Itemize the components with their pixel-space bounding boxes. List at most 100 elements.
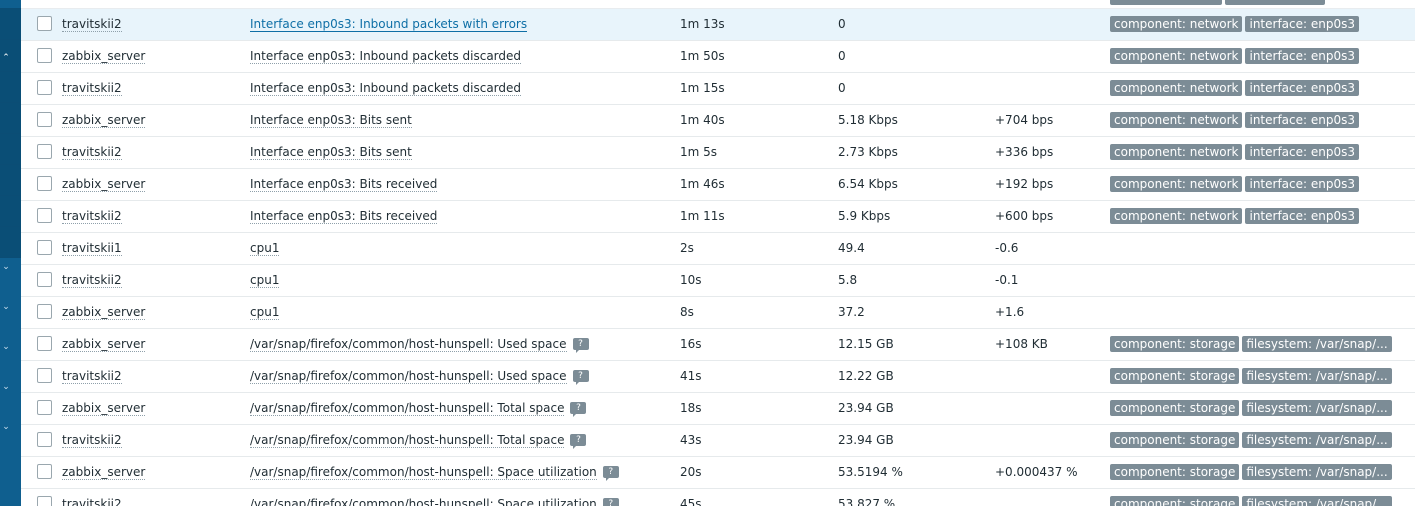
description-hint-icon[interactable]: ?	[572, 338, 589, 353]
host-link[interactable]: zabbix_server	[62, 49, 146, 64]
host-link[interactable]: zabbix_server	[62, 113, 146, 128]
chevron-down-icon[interactable]: ⌄	[0, 342, 12, 352]
tag-badge[interactable]: component: storage	[1110, 400, 1240, 416]
tag-badge[interactable]: interface: enp0s3	[1245, 48, 1359, 64]
row-checkbox[interactable]	[37, 48, 52, 63]
tag-badge[interactable]: component: storage	[1110, 432, 1240, 448]
item-name-link[interactable]: Interface enp0s3: Bits sent	[250, 113, 412, 128]
tag-badge[interactable]: interface: enp0s3	[1245, 208, 1359, 224]
tag-badge[interactable]: component: storage	[1110, 368, 1240, 384]
row-checkbox[interactable]	[37, 368, 52, 383]
host-link[interactable]: travitskii2	[62, 145, 122, 160]
row-checkbox[interactable]	[37, 144, 52, 159]
row-checkbox[interactable]	[37, 304, 52, 319]
item-name-link[interactable]: Interface enp0s3: Inbound packets with e…	[250, 17, 528, 32]
sidebar-collapse-toggle[interactable]: ⌃	[0, 40, 21, 72]
tags-cell: component: network interface: enp0s3	[1110, 144, 1362, 160]
host-link[interactable]: zabbix_server	[62, 401, 146, 416]
item-name-link[interactable]: /var/snap/firefox/common/host-hunspell: …	[250, 465, 597, 480]
change-cell: +0.000437 %	[995, 465, 1078, 479]
item-name-link[interactable]: /var/snap/firefox/common/host-hunspell: …	[250, 433, 565, 448]
host-link[interactable]: travitskii2	[62, 497, 122, 506]
tag-badge[interactable]: component: network	[1110, 16, 1243, 32]
tag-badge[interactable]: filesystem: /var/snap/...	[1242, 336, 1392, 352]
tag-badge[interactable]: component: network	[1110, 144, 1243, 160]
row-checkbox[interactable]	[37, 336, 52, 351]
row-checkbox[interactable]	[37, 432, 52, 447]
item-name-link[interactable]: cpu1	[250, 241, 280, 256]
tag-badge[interactable]: component: network	[1110, 112, 1243, 128]
item-name-link[interactable]: Interface enp0s3: Inbound packets discar…	[250, 81, 522, 96]
chevron-down-icon[interactable]: ⌄	[0, 382, 12, 392]
tag-badge[interactable]: interface: enp0s3	[1245, 112, 1359, 128]
item-name-link[interactable]: Interface enp0s3: Bits sent	[250, 145, 412, 160]
tag-badge[interactable]: interface: enp0s3	[1245, 144, 1359, 160]
description-hint-icon[interactable]: ?	[570, 434, 587, 449]
tag-badge[interactable]: interface: enp0s3	[1245, 80, 1359, 96]
tag-badge[interactable]: component: storage	[1110, 336, 1240, 352]
sidebar-menu-item[interactable]	[0, 196, 21, 227]
item-name-link[interactable]: cpu1	[250, 305, 280, 320]
item-name-link[interactable]: /var/snap/firefox/common/host-hunspell: …	[250, 497, 597, 506]
tag-badge[interactable]: component: storage	[1110, 464, 1240, 480]
sidebar-menu-item[interactable]	[0, 72, 21, 103]
item-name-link[interactable]: Interface enp0s3: Inbound packets discar…	[250, 49, 522, 64]
chevron-down-icon[interactable]: ⌄	[0, 262, 12, 272]
sidebar-menu-item[interactable]	[0, 165, 21, 196]
tag-badge[interactable]: filesystem: /var/snap/...	[1242, 400, 1392, 416]
last-value-cell: 0	[838, 81, 846, 95]
row-checkbox[interactable]	[37, 16, 52, 31]
row-checkbox[interactable]	[37, 208, 52, 223]
host-link[interactable]: travitskii2	[62, 81, 122, 96]
row-checkbox[interactable]	[37, 240, 52, 255]
tag-badge[interactable]: component: network	[1110, 176, 1243, 192]
sidebar-menu-item[interactable]	[0, 103, 21, 134]
host-link[interactable]: travitskii2	[62, 273, 122, 288]
host-link[interactable]: travitskii1	[62, 241, 122, 256]
tag-badge[interactable]: component: network	[1110, 80, 1243, 96]
host-link[interactable]: travitskii2	[62, 17, 122, 32]
item-name-link[interactable]: /var/snap/firefox/common/host-hunspell: …	[250, 337, 567, 352]
sidebar-menu-item[interactable]	[0, 9, 21, 40]
tag-badge[interactable]: filesystem: /var/snap/...	[1242, 432, 1392, 448]
row-checkbox[interactable]	[37, 176, 52, 191]
row-checkbox[interactable]	[37, 80, 52, 95]
tag-badge[interactable]: interface: enp0s3	[1245, 16, 1359, 32]
host-link[interactable]: travitskii2	[62, 209, 122, 224]
host-link[interactable]: travitskii2	[62, 369, 122, 384]
host-link[interactable]: zabbix_server	[62, 337, 146, 352]
item-name-link[interactable]: Interface enp0s3: Bits received	[250, 209, 438, 224]
sidebar-menu-item[interactable]	[0, 134, 21, 165]
sidebar-menu-item[interactable]	[0, 0, 21, 9]
item-name-link[interactable]: cpu1	[250, 273, 280, 288]
description-hint-icon[interactable]: ?	[602, 466, 619, 481]
row-checkbox[interactable]	[37, 272, 52, 287]
tag-badge[interactable]: filesystem: /var/snap/...	[1242, 496, 1392, 506]
tag-badge[interactable]: component: network	[1110, 208, 1243, 224]
last-check-cell: 18s	[680, 401, 702, 415]
row-checkbox[interactable]	[37, 464, 52, 479]
row-checkbox[interactable]	[37, 496, 52, 506]
description-hint-icon[interactable]: ?	[570, 402, 587, 417]
host-link[interactable]: travitskii2	[62, 433, 122, 448]
chevron-up-icon: ⌃	[2, 53, 10, 63]
tag-badge[interactable]: filesystem: /var/snap/...	[1242, 368, 1392, 384]
host-link[interactable]: zabbix_server	[62, 465, 146, 480]
chevron-down-icon[interactable]: ⌄	[0, 422, 12, 432]
sidebar-menu-item[interactable]	[0, 227, 21, 258]
host-cell: travitskii2	[62, 17, 122, 32]
tag-badge[interactable]: interface: enp0s3	[1245, 176, 1359, 192]
host-link[interactable]: zabbix_server	[62, 305, 146, 320]
tag-badge[interactable]: component: network	[1110, 48, 1243, 64]
description-hint-icon[interactable]: ?	[602, 498, 619, 506]
host-link[interactable]: zabbix_server	[62, 177, 146, 192]
item-name-link[interactable]: /var/snap/firefox/common/host-hunspell: …	[250, 401, 565, 416]
item-name-link[interactable]: Interface enp0s3: Bits received	[250, 177, 438, 192]
tag-badge[interactable]: component: storage	[1110, 496, 1240, 506]
tag-badge[interactable]: filesystem: /var/snap/...	[1242, 464, 1392, 480]
row-checkbox[interactable]	[37, 112, 52, 127]
description-hint-icon[interactable]: ?	[572, 370, 589, 385]
chevron-down-icon[interactable]: ⌄	[0, 302, 12, 312]
row-checkbox[interactable]	[37, 400, 52, 415]
item-name-link[interactable]: /var/snap/firefox/common/host-hunspell: …	[250, 369, 567, 384]
